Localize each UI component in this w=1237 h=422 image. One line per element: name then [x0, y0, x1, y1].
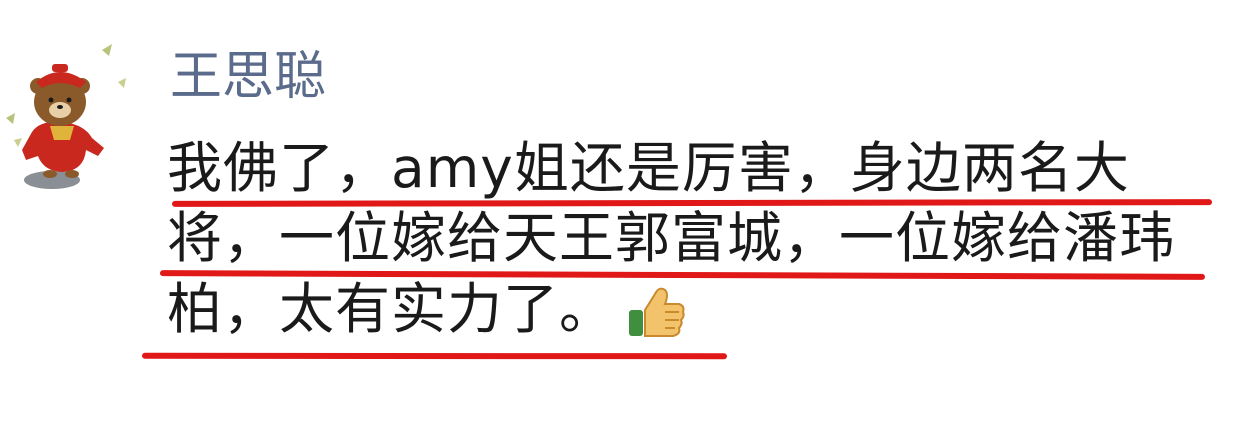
- comment-username[interactable]: 王思聪: [170, 42, 326, 112]
- comment-text: 将，一位嫁给天王郭富城，一位嫁给潘玮: [167, 206, 1176, 270]
- comment-screenshot: 王思聪 我佛了，amy姐还是厉害，身边两名大 将，一位嫁给天王郭富城，一位嫁给潘…: [0, 0, 1237, 422]
- comment-text-line: 柏，太有实力了。: [167, 276, 615, 342]
- comment-text: 我佛了，amy姐还是厉害，身边两名大: [167, 136, 1130, 200]
- red-underline-mark: [141, 352, 728, 360]
- comment-text-line: 我佛了，amy姐还是厉害，身边两名大: [167, 135, 1130, 201]
- brown-bear-sticker-icon: [6, 44, 126, 189]
- comment-text-line: 将，一位嫁给天王郭富城，一位嫁给潘玮: [167, 205, 1175, 271]
- thumbs-up-icon: [629, 287, 685, 337]
- comment-text: 柏，太有实力了。: [167, 277, 616, 341]
